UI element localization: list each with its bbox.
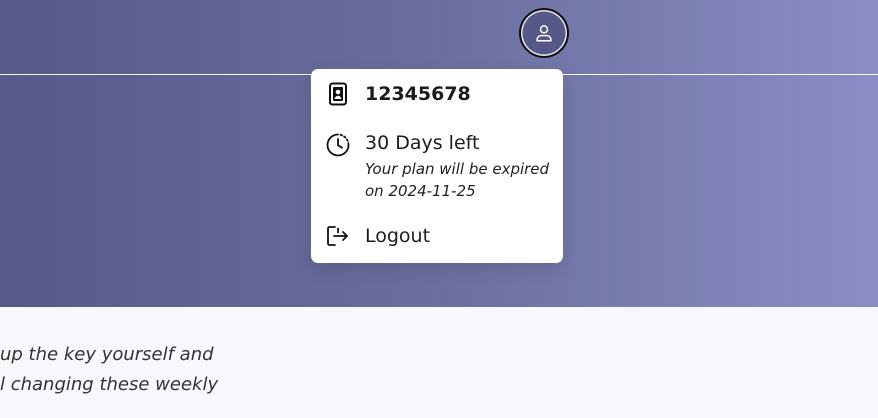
- content-line-2: l changing these weekly: [0, 374, 219, 395]
- content-line-1: up the key yourself and: [0, 344, 214, 365]
- account-id-item: 12345678: [325, 81, 553, 107]
- plan-expiry-note-line2: on 2024-11-25: [365, 182, 476, 200]
- account-dropdown-menu: 12345678 30 Days left Your plan will be …: [311, 69, 563, 263]
- plan-status-item: 30 Days left Your plan will be expired o…: [325, 130, 553, 202]
- plan-expiry-note-line1: Your plan will be expired: [365, 160, 550, 178]
- clock-icon: [325, 132, 351, 158]
- days-left-label: 30 Days left: [365, 132, 480, 154]
- account-menu-button[interactable]: [519, 8, 569, 58]
- user-icon: [533, 22, 555, 44]
- logout-button[interactable]: Logout: [325, 223, 553, 249]
- plan-expiry-note: Your plan will be expired on 2024-11-25: [365, 158, 555, 202]
- content-text: up the key yourself and l changing these…: [0, 340, 218, 400]
- account-id: 12345678: [365, 83, 471, 105]
- id-card-icon: [325, 81, 351, 107]
- logout-label: Logout: [365, 225, 431, 247]
- logout-icon: [325, 223, 351, 249]
